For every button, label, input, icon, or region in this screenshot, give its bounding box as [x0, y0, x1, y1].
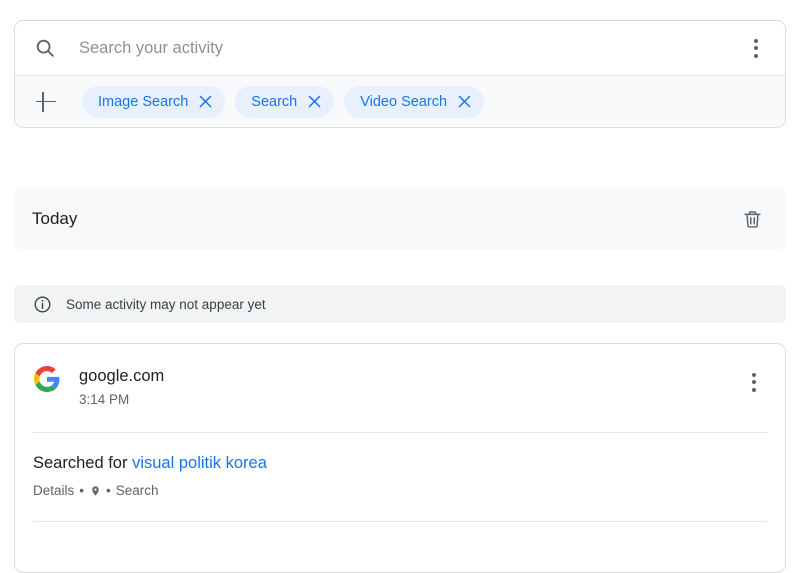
search-input[interactable]	[79, 35, 743, 61]
activity-details-link[interactable]: Details	[33, 482, 74, 500]
activity-query-link[interactable]: visual politik korea	[132, 454, 267, 472]
search-more-options-icon[interactable]	[743, 35, 769, 61]
meta-separator-1: •	[79, 483, 84, 498]
filter-chip-image-search[interactable]: Image Search	[82, 85, 226, 118]
google-logo-icon	[33, 365, 61, 393]
activity-notice-banner: Some activity may not appear yet	[14, 285, 786, 323]
activity-page: Image Search Search Vi	[0, 0, 800, 573]
activity-card-header: google.com 3:14 PM	[15, 344, 785, 410]
filter-chip-search[interactable]: Search	[235, 85, 335, 118]
card-divider-bottom	[33, 521, 767, 522]
close-icon[interactable]	[307, 94, 322, 109]
trash-icon[interactable]	[740, 207, 764, 231]
activity-site-name: google.com	[79, 367, 165, 385]
activity-item-card: google.com 3:14 PM Searched for visual p…	[14, 343, 786, 573]
activity-site-info: google.com 3:14 PM	[79, 365, 741, 410]
filter-chip-video-search[interactable]: Video Search	[344, 85, 485, 118]
notice-text: Some activity may not appear yet	[66, 296, 266, 312]
activity-search-line: Searched for visual politik korea	[33, 452, 767, 474]
activity-card-body: Searched for visual politik korea Detail…	[15, 433, 785, 500]
search-icon	[33, 36, 57, 60]
activity-meta-line: Details • • Search	[33, 482, 767, 500]
info-icon	[32, 294, 52, 314]
chip-label: Video Search	[360, 93, 448, 110]
chip-label: Search	[251, 93, 298, 110]
today-label: Today	[32, 209, 78, 228]
filter-chips-row: Image Search Search Video Search	[15, 75, 785, 127]
search-card: Image Search Search Vi	[14, 20, 786, 128]
meta-separator-2: •	[106, 483, 111, 498]
chip-label: Image Search	[98, 93, 189, 110]
plus-icon[interactable]	[33, 89, 59, 115]
close-icon[interactable]	[457, 94, 472, 109]
activity-timestamp: 3:14 PM	[79, 392, 130, 407]
activity-more-options-icon[interactable]	[741, 369, 767, 395]
search-bar[interactable]	[15, 21, 785, 75]
today-section-header: Today	[14, 188, 786, 250]
location-pin-icon	[89, 484, 101, 498]
activity-action-label: Searched for	[33, 454, 128, 472]
close-icon[interactable]	[198, 94, 213, 109]
activity-type-label: Search	[115, 483, 159, 498]
